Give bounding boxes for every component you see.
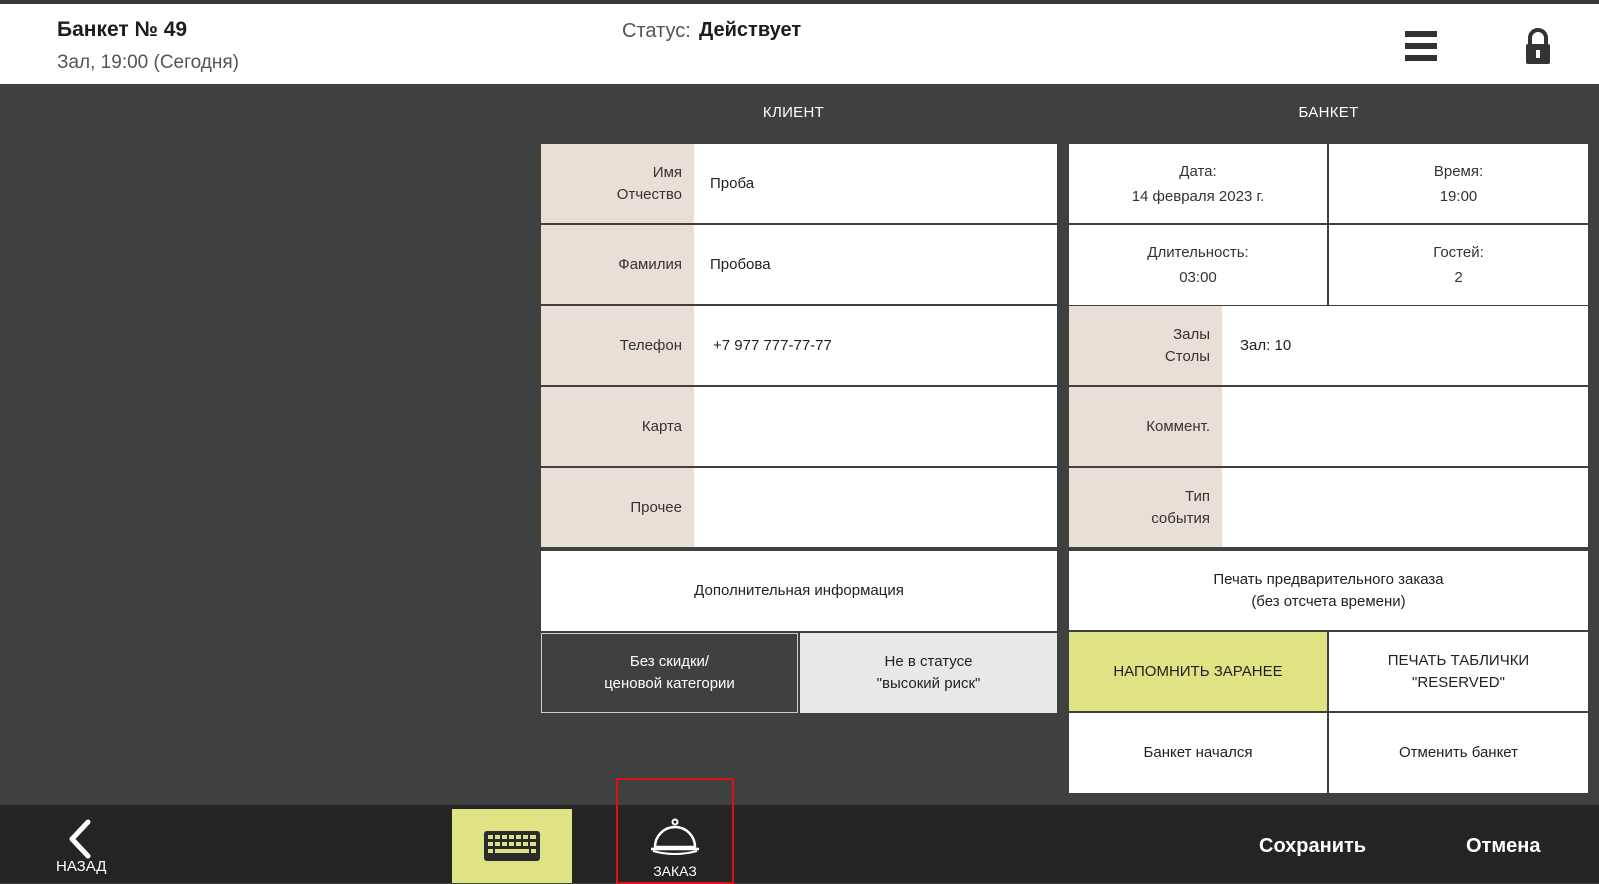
footer-bar: НАЗАД ЗАКАЗ Сохранить Отмена xyxy=(0,778,1599,884)
surname-input[interactable]: Пробова xyxy=(696,225,1057,304)
back-button[interactable]: НАЗАД xyxy=(56,813,116,879)
header-bar: Банкет № 49 Зал, 19:00 (Сегодня) Статус:… xyxy=(0,4,1599,84)
guests-value: 2 xyxy=(1454,269,1463,286)
cloche-icon xyxy=(651,818,699,855)
field-label: Карта xyxy=(541,387,696,466)
chevron-left-icon xyxy=(69,819,91,859)
date-cell[interactable]: Дата: 14 февраля 2023 г. xyxy=(1069,144,1327,223)
field-label: Фамилия xyxy=(541,225,696,304)
cancel-button[interactable]: Отмена xyxy=(1466,835,1540,858)
name-input[interactable]: Проба xyxy=(696,144,1057,223)
discount-category-button[interactable]: Без скидки/ ценовой категории xyxy=(541,633,798,713)
comment-field[interactable]: Коммент. xyxy=(1069,387,1588,468)
client-section-title: КЛИЕНТ xyxy=(762,104,825,121)
status-label: Статус: xyxy=(622,20,691,42)
status-value: Действует xyxy=(699,19,802,41)
keyboard-icon xyxy=(484,831,540,861)
cancel-banquet-button[interactable]: Отменить банкет xyxy=(1329,713,1588,793)
field-label: Прочее xyxy=(541,468,696,547)
time-cell[interactable]: Время: 19:00 xyxy=(1329,144,1588,223)
halls-tables-field[interactable]: Залы Столы Зал: 10 xyxy=(1069,306,1588,387)
banquet-section-title: БАНКЕТ xyxy=(1298,104,1359,121)
time-label: Время: xyxy=(1433,162,1484,180)
client-field-phone[interactable]: Телефон +7 977 777-77-77 xyxy=(541,306,1057,387)
date-label: Дата: xyxy=(1179,162,1217,180)
time-value: 19:00 xyxy=(1439,187,1478,205)
guests-cell[interactable]: Гостей: 2 xyxy=(1329,225,1588,305)
comment-input[interactable] xyxy=(1224,387,1588,466)
field-label: Коммент. xyxy=(1069,387,1224,466)
other-input[interactable] xyxy=(696,468,1057,547)
guests-label: Гостей: xyxy=(1433,244,1484,261)
remind-button[interactable]: НАПОМНИТЬ ЗАРАНЕЕ xyxy=(1069,632,1327,711)
additional-info-button[interactable]: Дополнительная информация xyxy=(541,551,1057,631)
field-label: Имя Отчество xyxy=(541,144,696,223)
save-button[interactable]: Сохранить xyxy=(1259,835,1366,858)
field-label: Залы Столы xyxy=(1069,306,1224,385)
order-button[interactable]: ЗАКАЗ xyxy=(616,778,734,884)
duration-value: 03:00 xyxy=(1179,269,1217,286)
card-input[interactable] xyxy=(696,387,1057,466)
order-label: ЗАКАЗ xyxy=(653,863,697,879)
client-field-name[interactable]: Имя Отчество Проба xyxy=(541,144,1057,225)
field-label: Тип события xyxy=(1069,468,1224,547)
hamburger-menu-icon[interactable] xyxy=(1405,31,1437,63)
phone-input[interactable]: +7 977 777-77-77 xyxy=(696,306,1057,385)
print-reserved-button[interactable]: ПЕЧАТЬ ТАБЛИЧКИ "RESERVED" xyxy=(1329,632,1588,711)
client-field-other[interactable]: Прочее xyxy=(541,468,1057,549)
print-preorder-button[interactable]: Печать предварительного заказа (без отсч… xyxy=(1069,551,1588,630)
page-title: Банкет № 49 xyxy=(57,18,188,41)
back-label: НАЗАД xyxy=(56,858,107,875)
event-type-field[interactable]: Тип события xyxy=(1069,468,1588,549)
client-field-card[interactable]: Карта xyxy=(541,387,1057,468)
keyboard-button[interactable] xyxy=(452,809,572,883)
banquet-started-button[interactable]: Банкет начался xyxy=(1069,713,1327,793)
duration-cell[interactable]: Длительность: 03:00 xyxy=(1069,225,1327,305)
risk-status-button[interactable]: Не в статусе "высокий риск" xyxy=(800,633,1057,713)
lock-icon[interactable] xyxy=(1524,28,1552,66)
date-value: 14 февраля 2023 г. xyxy=(1131,187,1265,205)
halls-value[interactable]: Зал: 10 xyxy=(1224,306,1588,385)
page-subtitle: Зал, 19:00 (Сегодня) xyxy=(57,52,239,73)
event-type-input[interactable] xyxy=(1224,468,1588,547)
client-field-surname[interactable]: Фамилия Пробова xyxy=(541,225,1057,306)
field-label: Телефон xyxy=(541,306,696,385)
duration-label: Длительность: xyxy=(1147,244,1249,261)
